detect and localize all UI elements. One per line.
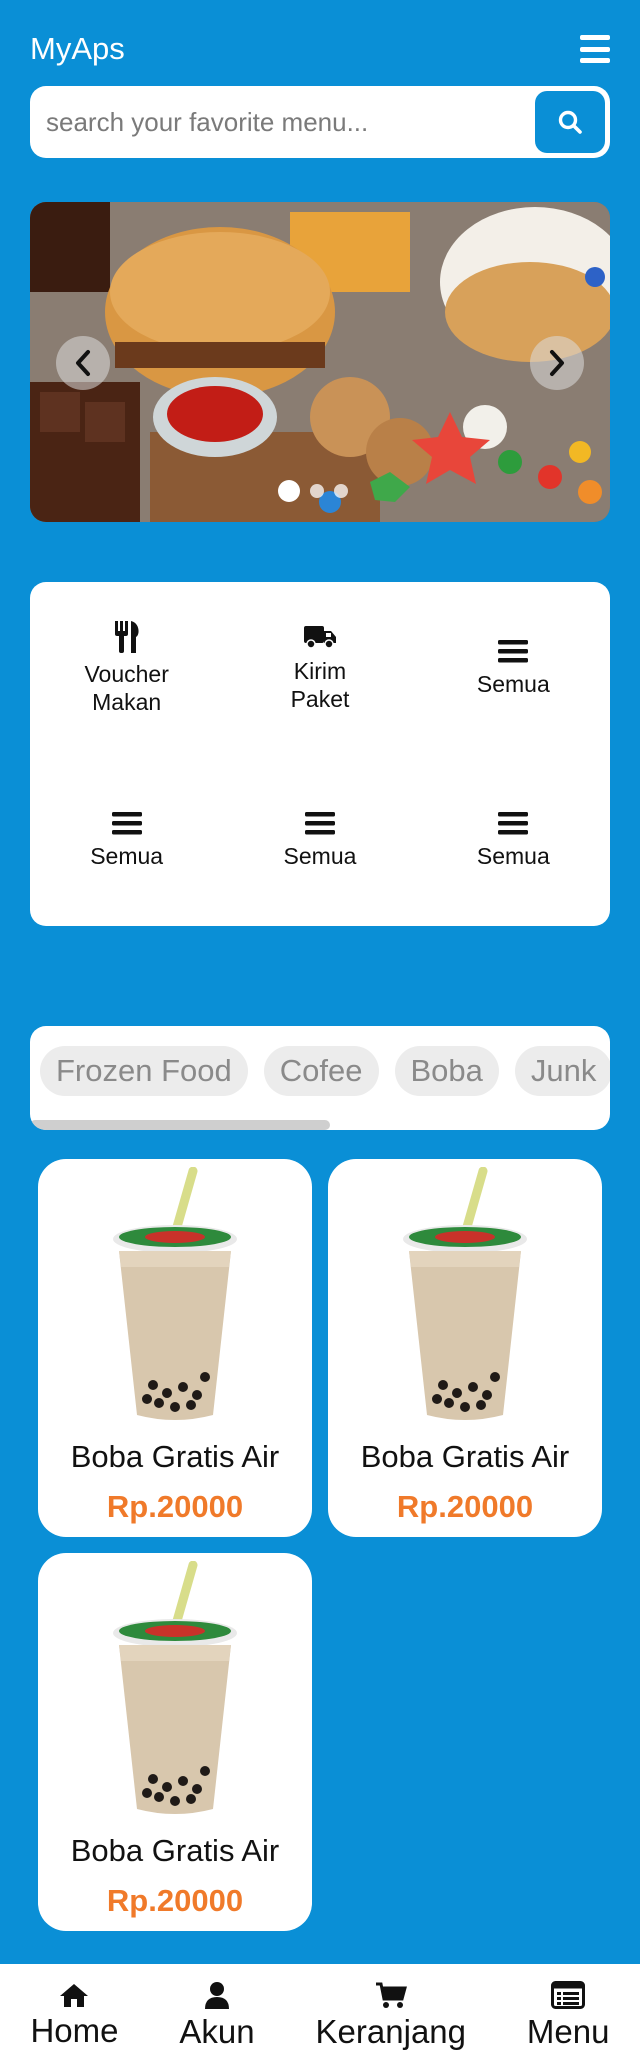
truck-icon: [303, 626, 336, 649]
category-label: Semua: [476, 671, 550, 697]
category-kirim-paket[interactable]: Kirim Paket: [223, 582, 416, 754]
bars-icon: [498, 812, 529, 835]
category-semua[interactable]: Semua: [30, 754, 223, 926]
category-label: Kirim Paket: [290, 658, 350, 712]
nav-menu[interactable]: Menu: [526, 1981, 610, 2051]
product-card[interactable]: Boba Gratis Air Rp.20000: [38, 1159, 312, 1537]
bottom-nav: Home Akun Keranjang Menu: [0, 1964, 640, 2068]
product-price: Rp.20000: [396, 1489, 534, 1524]
tab-junk[interactable]: Junk: [514, 1046, 610, 1096]
app-header: MyAps: [30, 24, 610, 74]
category-label: Voucher Makan: [84, 661, 169, 715]
carousel-indicators: [30, 480, 610, 502]
app-title: MyAps: [30, 31, 125, 66]
carousel-prev-button[interactable]: [56, 336, 110, 390]
nav-akun[interactable]: Akun: [179, 1981, 255, 2051]
user-icon: [205, 1982, 230, 2009]
boba-drink-image: [403, 1167, 527, 1420]
bars-icon: [498, 640, 529, 663]
tab-cofee[interactable]: Cofee: [263, 1046, 379, 1096]
nav-home[interactable]: Home: [30, 1982, 118, 2050]
boba-drink-image: [113, 1561, 237, 1814]
category-semua[interactable]: Semua: [417, 582, 610, 754]
product-card[interactable]: Boba Gratis Air Rp.20000: [38, 1553, 312, 1931]
promo-carousel[interactable]: [30, 202, 610, 522]
search-icon: [558, 110, 582, 134]
search-input[interactable]: [46, 106, 535, 138]
cart-icon: [375, 1982, 407, 2008]
tab-boba[interactable]: Boba: [394, 1046, 499, 1096]
hamburger-menu-icon[interactable]: [580, 35, 610, 63]
category-label: Semua: [90, 843, 164, 869]
nav-label: Menu: [526, 2013, 610, 2050]
nav-keranjang[interactable]: Keranjang: [316, 1981, 466, 2051]
search-bar: [30, 86, 610, 158]
nav-label: Akun: [179, 2013, 255, 2050]
chevron-right-icon: [550, 350, 564, 376]
category-semua[interactable]: Semua: [417, 754, 610, 926]
search-button[interactable]: [535, 91, 605, 153]
category-voucher-makan[interactable]: Voucher Makan: [30, 582, 223, 754]
category-grid: Voucher Makan Kirim Paket Semua Semua Se…: [30, 582, 610, 926]
nav-label: Keranjang: [315, 2013, 466, 2050]
carousel-next-button[interactable]: [530, 336, 584, 390]
bars-icon: [111, 812, 142, 835]
product-name: Boba Gratis Air: [70, 1833, 280, 1868]
home-icon: [60, 1984, 89, 2007]
bars-icon: [304, 812, 335, 835]
product-price: Rp.20000: [106, 1883, 244, 1918]
category-label: Semua: [476, 843, 550, 869]
product-name: Boba Gratis Air: [360, 1439, 570, 1474]
product-price: Rp.20000: [106, 1489, 244, 1524]
category-semua[interactable]: Semua: [223, 754, 416, 926]
product-name: Boba Gratis Air: [70, 1439, 280, 1474]
nav-label: Home: [30, 2012, 119, 2049]
chevron-left-icon: [76, 350, 90, 376]
category-label: Semua: [283, 843, 357, 869]
utensils-icon: [114, 621, 139, 653]
tab-frozen-food[interactable]: Frozen Food: [40, 1046, 248, 1096]
product-card[interactable]: Boba Gratis Air Rp.20000: [328, 1159, 602, 1537]
tabs-scrollbar[interactable]: [30, 1120, 330, 1130]
carousel-dot[interactable]: [278, 480, 300, 502]
boba-drink-image: [113, 1167, 237, 1420]
food-banner-image: [30, 202, 610, 522]
carousel-dot[interactable]: [310, 484, 324, 498]
carousel-dot[interactable]: [334, 484, 348, 498]
list-icon: [551, 1981, 586, 2009]
category-tabs: Frozen Food Cofee Boba Junk: [30, 1026, 610, 1130]
